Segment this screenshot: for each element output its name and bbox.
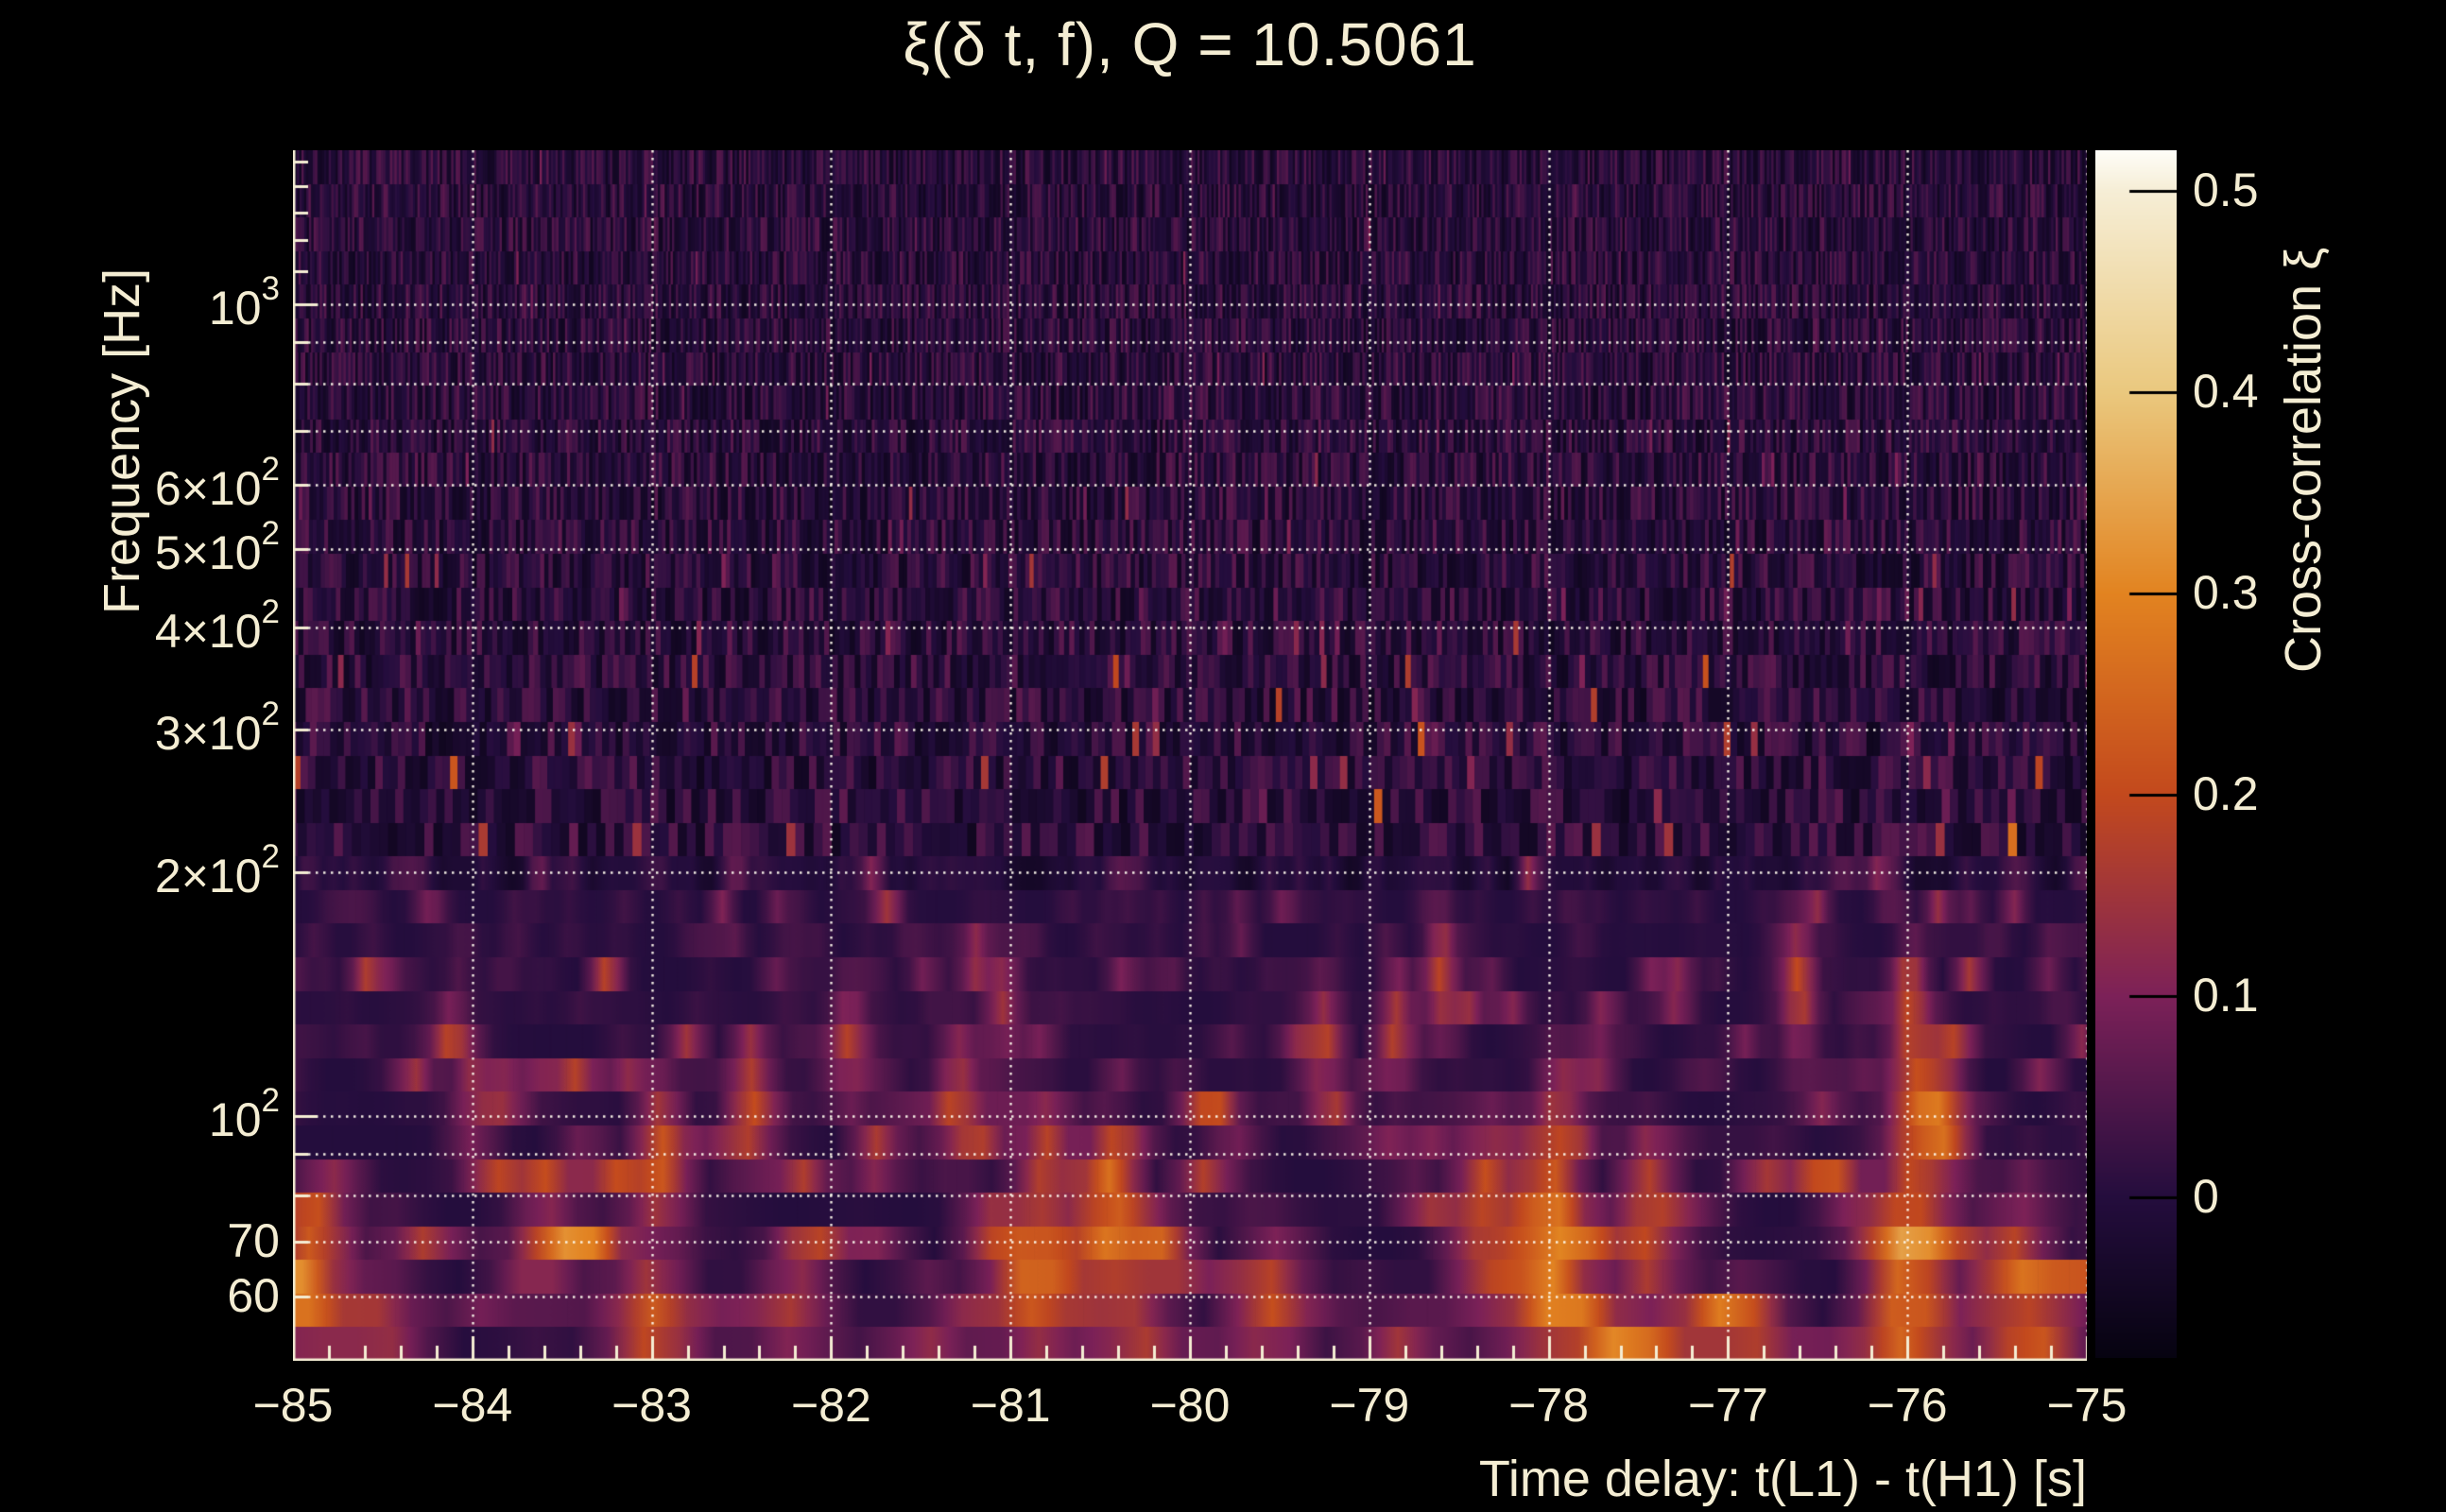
y-tick-label: 4×102 — [154, 593, 280, 659]
x-tick-label: −75 — [2046, 1379, 2127, 1432]
colorbar-tick-label: 0.5 — [2193, 163, 2259, 216]
x-tick-label: −85 — [252, 1379, 334, 1432]
x-tick-label: −82 — [790, 1379, 871, 1432]
colorbar-tick-label: 0 — [2193, 1169, 2219, 1223]
y-axis-title: Frequency [Hz] — [94, 267, 150, 614]
colorbar-canvas — [2095, 150, 2177, 1358]
chart-title: ξ(δ t, f), Q = 10.5061 — [903, 10, 1477, 78]
x-tick-label: −84 — [432, 1379, 513, 1432]
x-tick-label: −79 — [1329, 1379, 1410, 1432]
y-tick-label: 70 — [227, 1214, 280, 1268]
y-tick-label: 102 — [208, 1082, 280, 1147]
colorbar-tick-label: 0.4 — [2193, 364, 2259, 418]
x-axis-title: Time delay: t(L1) - t(H1) [s] — [1478, 1451, 2087, 1507]
y-tick-label: 6×102 — [154, 451, 280, 516]
colorbar-tick-label: 0.3 — [2193, 565, 2259, 619]
x-tick-label: −81 — [970, 1379, 1051, 1432]
colorbar-tick-label: 0.1 — [2193, 968, 2259, 1022]
colorbar-title: Cross-correlation ξ — [2275, 247, 2332, 673]
colorbar-tick-label: 0.2 — [2193, 766, 2259, 820]
y-tick-label: 60 — [227, 1268, 280, 1322]
y-tick-label: 3×102 — [154, 695, 280, 760]
y-tick-label: 5×102 — [154, 515, 280, 580]
y-tick-label: 103 — [208, 270, 280, 335]
x-tick-label: −76 — [1867, 1379, 1948, 1432]
x-tick-label: −80 — [1149, 1379, 1231, 1432]
x-tick-label: −78 — [1508, 1379, 1590, 1432]
y-tick-label: 2×102 — [154, 837, 280, 902]
heatmap-canvas — [293, 150, 2087, 1361]
x-tick-label: −77 — [1687, 1379, 1768, 1432]
figure: ξ(δ t, f), Q = 10.5061 −85 −84 −83 −82 −81 −8… — [0, 0, 2446, 1512]
x-tick-label: −83 — [612, 1379, 693, 1432]
